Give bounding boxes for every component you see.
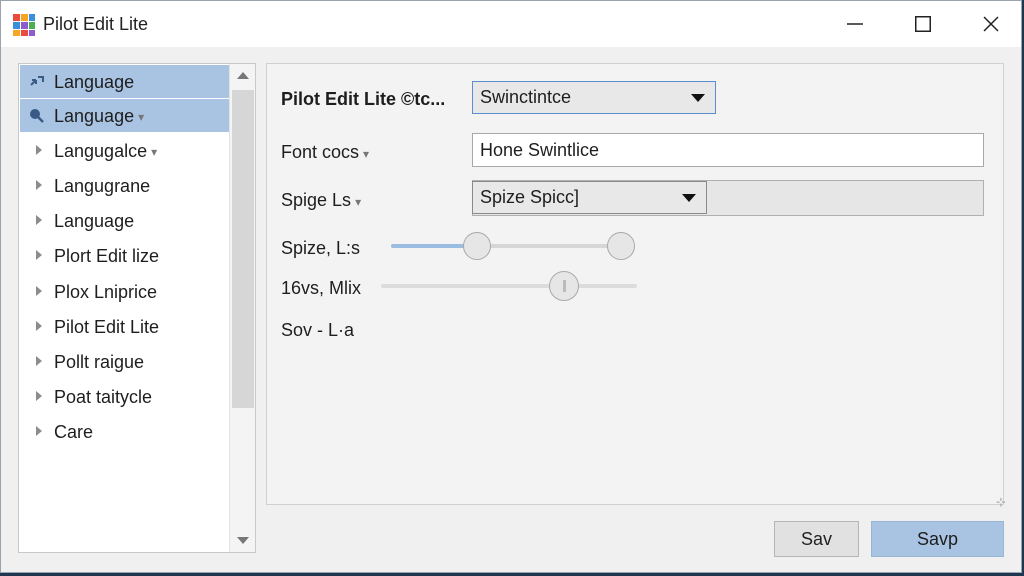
scroll-up-icon[interactable] (236, 70, 250, 80)
sidebar-item-plox-lniprice[interactable]: Plox Lniprice (20, 275, 229, 308)
search-icon (30, 109, 44, 123)
maximize-icon (915, 16, 931, 32)
chevron-down-icon (691, 94, 705, 102)
slider-track (381, 284, 637, 288)
sidebar-item-label: Plox Lniprice (54, 282, 158, 302)
setting-label-6: Sov - L·a (281, 320, 355, 340)
scrollbar-thumb[interactable] (232, 90, 254, 408)
sidebar-item-langugrane[interactable]: Langugrane (20, 169, 229, 202)
combo-value: Spize Spicc] (480, 187, 580, 207)
translate-icon (30, 76, 44, 86)
window-title: Pilot Edit Lite (43, 14, 149, 34)
chevron-right-icon (36, 215, 42, 225)
title-bar[interactable]: Pilot Edit Lite (1, 1, 1021, 47)
setting-label-1: Pilot Edit Lite ©tc... (281, 89, 446, 109)
dropdown-indicator: ▾ (138, 110, 145, 124)
setting-combo-3[interactable]: Spize Spicc] (472, 181, 707, 214)
dropdown-indicator: ▾ (151, 145, 158, 159)
setting-label-2: Font cocs ▾ (281, 142, 370, 162)
setting-textbox-2[interactable]: Hone Swintlice (472, 133, 984, 167)
sidebar-scrollbar[interactable] (229, 64, 255, 552)
resize-grip-icon[interactable]: ⊹ (996, 495, 1006, 509)
scroll-down-icon[interactable] (236, 536, 250, 546)
chevron-right-icon (36, 321, 42, 331)
sidebar-item-language-2[interactable]: Language ▾ (20, 99, 229, 132)
secondary-save-button[interactable]: Sav (774, 521, 859, 557)
sidebar-item-label: Pollt raigue (54, 352, 145, 372)
chevron-right-icon (36, 426, 42, 436)
chevron-right-icon (36, 391, 42, 401)
combo-value: Swinctintce (480, 87, 572, 107)
setting-label-3: Spige Ls ▾ (281, 190, 362, 210)
sidebar-item-label: Poat taitycle (54, 387, 153, 407)
close-button[interactable] (957, 1, 1024, 47)
slider-thumb[interactable] (549, 271, 579, 301)
settings-panel: Pilot Edit Lite ©tc... Swinctintce Font … (266, 63, 1004, 505)
slider-thumb-max[interactable] (607, 232, 635, 260)
chevron-right-icon (36, 145, 42, 155)
sidebar-item-label: Language (54, 106, 135, 126)
chevron-right-icon (36, 286, 42, 296)
setting-label-5: 16vs, Mlix (281, 278, 362, 298)
sidebar-item-poat-taitycle[interactable]: Poat taitycle (20, 380, 229, 413)
close-icon (983, 16, 999, 32)
sidebar-item-label: Langugrane (54, 176, 151, 196)
value-slider[interactable] (381, 271, 637, 301)
minimize-button[interactable] (821, 1, 889, 47)
maximize-button[interactable] (889, 1, 957, 47)
sidebar-item-pollt-raigue[interactable]: Pollt raigue (20, 345, 229, 378)
sidebar-item-label: Language (54, 72, 135, 92)
sidebar-item-language-3[interactable]: Language (20, 204, 229, 237)
chevron-right-icon (36, 250, 42, 260)
sidebar-item-label: Care (54, 422, 94, 442)
sidebar-item-langugalce[interactable]: Langugalce ▾ (20, 134, 229, 167)
setting-combo-1[interactable]: Swinctintce (472, 81, 716, 114)
sidebar-item-pilot-edit-lite[interactable]: Pilot Edit Lite (20, 310, 229, 343)
range-slider[interactable] (391, 232, 635, 260)
sidebar-item-language-1[interactable]: Language (20, 65, 229, 98)
app-window: Pilot Edit Lite Language Language ▾ Lang… (0, 0, 1022, 573)
setting-label-4: Spize, L:s (281, 238, 361, 258)
minimize-icon (847, 23, 863, 25)
app-logo-icon (13, 14, 35, 36)
chevron-right-icon (36, 356, 42, 366)
sidebar-item-label: Langugalce (54, 141, 148, 161)
sidebar-item-label: Language (54, 211, 135, 231)
chevron-down-icon (682, 194, 696, 202)
primary-save-button[interactable]: Savp (871, 521, 1004, 557)
slider-thumb-min[interactable] (463, 232, 491, 260)
sidebar-item-care[interactable]: Care (20, 415, 229, 448)
chevron-right-icon (36, 180, 42, 190)
sidebar-item-plort-edit-lize[interactable]: Plort Edit lize (20, 239, 229, 272)
sidebar-item-label: Plort Edit lize (54, 246, 160, 266)
sidebar-item-label: Pilot Edit Lite (54, 317, 160, 337)
sidebar: Language Language ▾ Langugalce ▾ Langugran… (18, 63, 256, 553)
